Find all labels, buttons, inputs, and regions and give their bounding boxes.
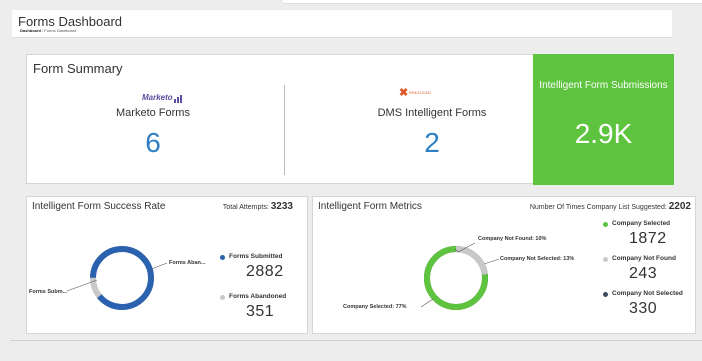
legend-dot-icon: [603, 292, 608, 297]
bottom-divider: [10, 340, 702, 341]
summary-divider: [284, 85, 285, 175]
intelligent-form-submissions-value: 2.9K: [574, 118, 633, 149]
legend-dot-icon: [220, 295, 225, 300]
marketo-forms-label: Marketo Forms: [116, 107, 190, 119]
form-summary-title: Form Summary: [33, 61, 123, 76]
donut-label-abandoned: Forms Aban...: [169, 260, 206, 266]
legend-value: 243: [629, 265, 658, 282]
legend-label: Forms Submitted: [229, 253, 283, 260]
donut-label-selected: Company Selected: 77%: [343, 304, 407, 310]
legend-value: 330: [629, 300, 658, 317]
donut-label-not-found: Company Not Found: 10%: [478, 236, 547, 242]
legend-dot-icon: [603, 257, 608, 262]
legend-dot-icon: [603, 222, 608, 227]
form-summary-panel: Form Summary Marketo Marketo Forms 6 ✖ R…: [26, 54, 674, 185]
legend-value: 2882: [246, 263, 284, 280]
marketo-logo: Marketo: [140, 85, 190, 103]
breadcrumb-separator: /: [42, 28, 44, 33]
intelligent-form-submissions-label: Intelligent Form Submissions: [539, 80, 668, 91]
page-header: Forms Dashboard Dashboard / Forms Dashbo…: [12, 10, 672, 38]
legend-label: Company Selected: [612, 220, 671, 227]
intelligent-form-submissions-tile[interactable]: Intelligent Form Submissions 2.9K: [533, 54, 674, 185]
breadcrumb-dashboard-link[interactable]: Dashboard: [20, 28, 41, 33]
dms-intelligent-forms-label: DMS Intelligent Forms: [377, 107, 487, 119]
donut-label-not-selected: Company Not Selected: 13%: [500, 256, 575, 262]
ringlead-logo: ✖ RINGLEAD: [399, 87, 432, 99]
donut-label-submitted: Forms Subm...: [29, 289, 68, 295]
page-title: Forms Dashboard: [18, 14, 123, 29]
marketo-forms-count[interactable]: 6: [83, 127, 223, 159]
legend-label: Company Not Selected: [612, 290, 683, 297]
legend-label: Forms Abandoned: [229, 293, 287, 300]
legend-label: Company Not Found: [612, 255, 676, 262]
legend-value: 351: [246, 303, 275, 320]
dms-intelligent-forms-count[interactable]: 2: [337, 127, 527, 159]
breadcrumb: Dashboard / Forms Dashboard: [20, 28, 76, 33]
legend-dot-icon: [220, 255, 225, 260]
form-metrics-card: Intelligent Form Metrics Number Of Times…: [312, 196, 696, 334]
breadcrumb-current: Forms Dashboard: [44, 28, 77, 33]
legend-value: 1872: [629, 230, 667, 247]
top-strip: [283, 0, 702, 4]
success-rate-card: Intelligent Form Success Rate Total Atte…: [26, 196, 308, 334]
